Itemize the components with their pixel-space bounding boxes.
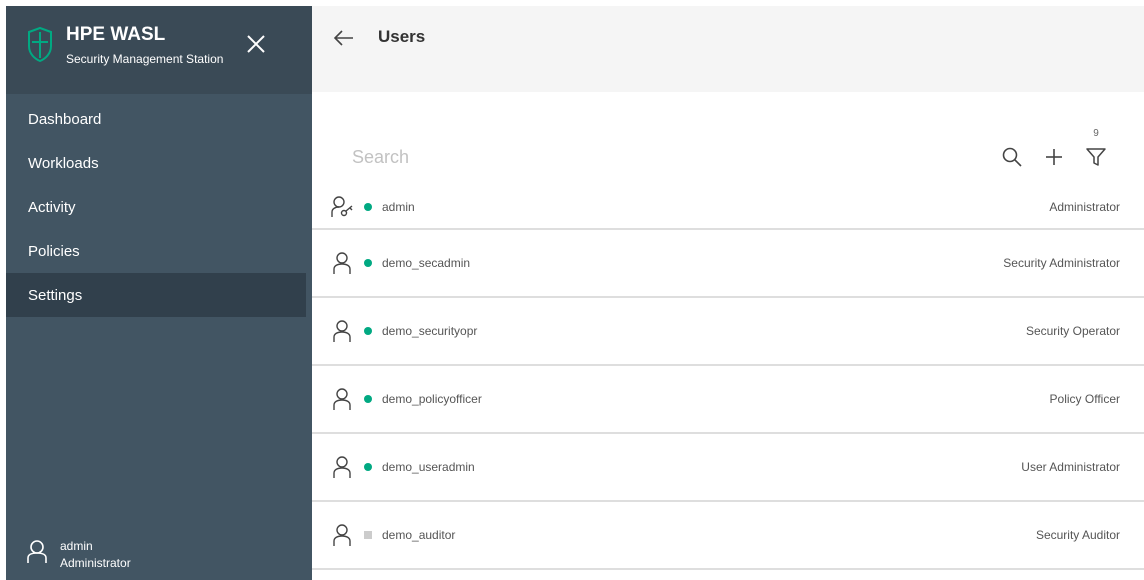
sidebar-item-activity[interactable]: Activity xyxy=(6,185,306,229)
user-icon xyxy=(330,319,354,343)
table-row[interactable]: demo_auditor Security Auditor xyxy=(312,502,1144,570)
sidebar-item-label: Policies xyxy=(28,242,80,260)
user-admin-icon xyxy=(330,195,354,219)
table-row[interactable]: demo_policyofficer Policy Officer xyxy=(312,366,1144,434)
main-content: Users 9 xyxy=(312,0,1144,580)
user-role: Security Auditor xyxy=(1035,528,1120,542)
user-name: demo_useradmin xyxy=(382,460,475,474)
app-name: HPE WASL xyxy=(66,24,166,45)
table-row[interactable]: admin Administrator xyxy=(312,186,1144,230)
page-title: Users xyxy=(378,27,426,46)
status-indicator xyxy=(364,327,372,335)
sidebar: HPE WASL Security Management Station Das… xyxy=(0,0,312,580)
current-user-name: admin xyxy=(60,538,93,553)
user-icon xyxy=(330,523,354,547)
user-name: demo_securityopr xyxy=(382,324,478,338)
status-indicator xyxy=(364,531,372,539)
sidebar-item-label: Activity xyxy=(28,198,76,216)
sidebar-item-workloads[interactable]: Workloads xyxy=(6,141,306,185)
status-indicator xyxy=(364,463,372,471)
status-indicator xyxy=(364,259,372,267)
user-name: demo_secadmin xyxy=(382,256,471,270)
search-input[interactable] xyxy=(352,142,912,172)
page-header: Users xyxy=(312,0,1144,92)
users-list: admin Administrator demo_secadmin Securi… xyxy=(312,186,1144,570)
status-indicator xyxy=(364,203,372,211)
sidebar-item-label: Settings xyxy=(28,286,83,304)
app-subtitle: Security Management Station xyxy=(66,52,224,66)
sidebar-item-dashboard[interactable]: Dashboard xyxy=(6,97,306,141)
status-indicator xyxy=(364,395,372,403)
filter-count-badge: 9 xyxy=(1093,128,1099,139)
sidebar-nav: Dashboard Workloads Activity Policies Se… xyxy=(6,97,312,317)
sidebar-item-label: Dashboard xyxy=(28,110,102,128)
user-icon xyxy=(330,387,354,411)
sidebar-item-label: Workloads xyxy=(28,154,99,172)
users-toolbar: 9 xyxy=(312,92,1144,186)
add-icon[interactable] xyxy=(1040,143,1068,171)
user-icon xyxy=(26,539,48,570)
sidebar-item-settings[interactable]: Settings xyxy=(6,273,306,317)
user-name: admin xyxy=(382,200,415,214)
current-user-role: Administrator xyxy=(60,555,131,570)
user-name: demo_auditor xyxy=(382,528,456,542)
current-user-card[interactable]: admin Administrator xyxy=(6,528,312,580)
user-role: Security Administrator xyxy=(1003,256,1120,270)
user-name: demo_policyofficer xyxy=(382,392,482,406)
close-icon[interactable] xyxy=(240,28,272,60)
user-role: User Administrator xyxy=(1021,460,1120,474)
table-row[interactable]: demo_securityopr Security Operator xyxy=(312,298,1144,366)
filter-icon[interactable] xyxy=(1082,143,1110,171)
search-icon[interactable] xyxy=(998,143,1026,171)
brand-header: HPE WASL Security Management Station xyxy=(6,6,312,94)
table-row[interactable]: demo_useradmin User Administrator xyxy=(312,434,1144,502)
table-row[interactable]: demo_secadmin Security Administrator xyxy=(312,230,1144,298)
back-arrow-icon[interactable] xyxy=(332,26,356,50)
user-icon xyxy=(330,455,354,479)
user-icon xyxy=(330,251,354,275)
shield-logo-icon xyxy=(26,24,54,64)
user-role: Administrator xyxy=(1049,200,1120,214)
user-role: Policy Officer xyxy=(1049,392,1120,406)
sidebar-item-policies[interactable]: Policies xyxy=(6,229,306,273)
user-role: Security Operator xyxy=(1025,324,1120,338)
